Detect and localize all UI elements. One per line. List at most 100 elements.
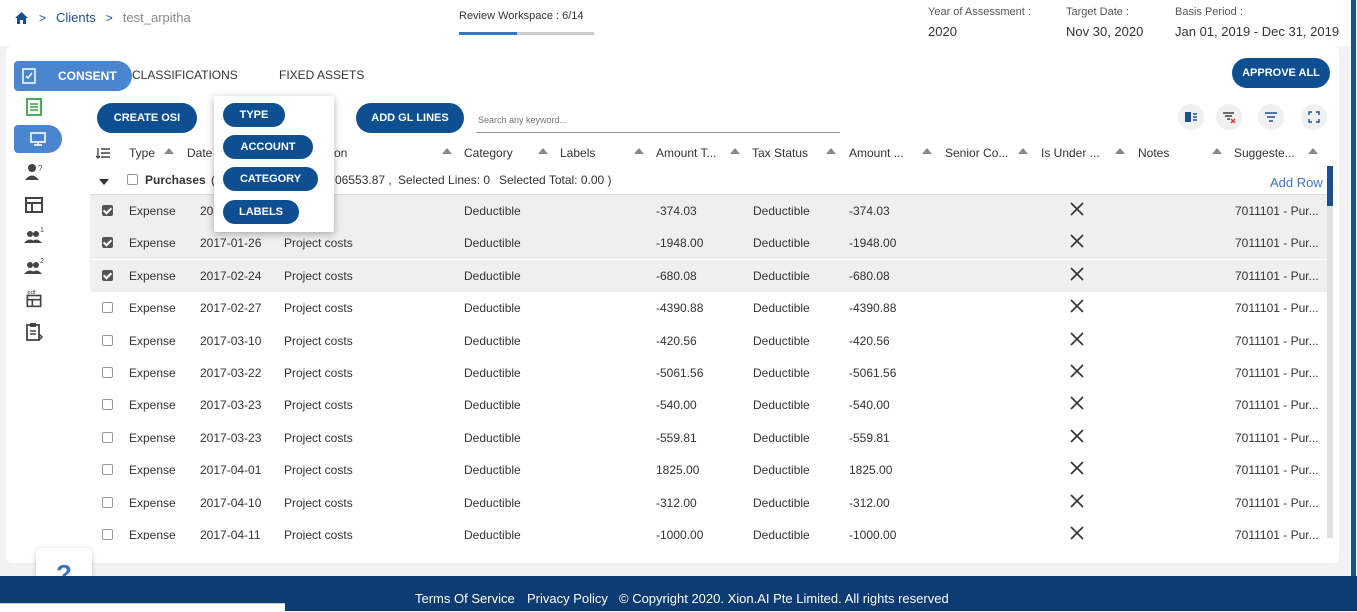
sort-arrow-icon[interactable] (442, 148, 452, 154)
cell-amount_t: -374.03 (656, 204, 697, 218)
list-sort-icon[interactable] (96, 147, 110, 159)
cell-tax: Deductible (753, 430, 810, 445)
table-icon[interactable] (24, 195, 44, 215)
sort-arrow-icon[interactable] (1018, 148, 1028, 154)
col-tax-status[interactable]: Tax Status (752, 146, 808, 160)
table-row[interactable]: Expense 2017-03-22 Project costs Deductible… (90, 357, 1332, 389)
sort-arrow-icon[interactable] (922, 148, 932, 154)
search-input[interactable] (476, 108, 840, 133)
row-checkbox[interactable] (102, 302, 113, 314)
ledger-icon[interactable] (24, 97, 44, 117)
col-senior[interactable]: Senior Co... (945, 146, 1008, 160)
cell-amount: -374.03 (849, 204, 890, 218)
cell-amount: -559.81 (849, 430, 890, 445)
row-checkbox[interactable] (102, 205, 113, 216)
cell-amount_t: 1825.00 (656, 463, 700, 478)
sort-arrow-icon[interactable] (826, 148, 836, 154)
table-row[interactable]: Expense 2017-03-23 Project costs Deductible… (90, 422, 1332, 454)
group-selected-lines: Selected Lines: 0 (398, 173, 491, 187)
group-by-category-option[interactable]: CATEGORY (223, 167, 318, 191)
group-by-labels-option[interactable]: LABELS (223, 200, 299, 224)
close-icon (1070, 299, 1084, 313)
terms-link[interactable]: Terms Of Service (415, 591, 515, 606)
user-question-icon[interactable]: ? (24, 162, 44, 182)
sidebar-item-classifications[interactable] (14, 125, 62, 153)
col-category[interactable]: Category (464, 146, 513, 160)
row-checkbox[interactable] (102, 367, 113, 378)
row-checkbox[interactable] (102, 399, 113, 411)
consent-button[interactable]: CONSENT (14, 61, 132, 91)
row-checkbox[interactable] (102, 334, 113, 346)
row-checkbox[interactable] (102, 496, 113, 508)
cell-desc: Project costs (284, 236, 353, 251)
chevron-right-icon: > (105, 10, 113, 25)
collapse-caret-icon[interactable] (99, 179, 109, 185)
cell-tax: Deductible (753, 268, 810, 283)
col-labels[interactable]: Labels (560, 146, 595, 160)
group-by-type-option[interactable]: TYPE (223, 103, 285, 127)
col-suggested[interactable]: Suggeste... (1234, 146, 1295, 160)
col-amount-t[interactable]: Amount T... (656, 146, 716, 160)
row-checkbox[interactable] (102, 464, 113, 476)
create-osi-button[interactable]: CREATE OSI (97, 103, 197, 133)
cell-category: Deductible (464, 463, 521, 478)
breadcrumb-clients[interactable]: Clients (56, 10, 96, 25)
svg-text:2: 2 (40, 258, 44, 265)
row-checkbox[interactable] (102, 431, 113, 443)
home-icon[interactable] (14, 11, 29, 25)
breadcrumb-current: test_arpitha (122, 10, 191, 25)
sort-arrow-icon[interactable] (634, 148, 644, 154)
clipboard-icon[interactable] (24, 322, 44, 342)
col-date[interactable]: Date (187, 146, 212, 160)
cell-desc: Project costs (284, 301, 353, 316)
cell-category: Deductible (464, 495, 521, 510)
group-by-account-option[interactable]: ACCOUNT (223, 135, 313, 159)
col-amount[interactable]: Amount ... (849, 146, 904, 160)
sort-arrow-icon[interactable] (164, 148, 174, 154)
cell-type: Expense (129, 236, 176, 251)
col-notes[interactable]: Notes (1138, 146, 1169, 160)
cell-date: 20 (200, 204, 214, 218)
clear-filter-button[interactable] (1216, 104, 1242, 130)
sort-arrow-icon[interactable] (730, 148, 740, 154)
group-checkbox[interactable] (127, 174, 138, 185)
col-type[interactable]: Type (129, 146, 155, 160)
cell-category: Deductible (464, 366, 521, 380)
cell-amount_t: -420.56 (656, 333, 697, 348)
table-row[interactable]: Expense 2017-02-27 Project costs Deductible… (90, 292, 1332, 324)
table-row[interactable]: Expense 2017-03-23 Project costs Deductible… (90, 389, 1332, 421)
row-checkbox[interactable] (102, 237, 113, 249)
tab-classifications[interactable]: CLASSIFICATIONS (132, 68, 238, 82)
table-scrollbar[interactable] (1327, 166, 1333, 538)
table-row[interactable]: Expense 2017-02-24 Project costs Deductible… (90, 259, 1332, 292)
sort-arrow-icon[interactable] (1115, 148, 1125, 154)
table-row[interactable]: Expense 2017-01-26 Project costs Deductible… (90, 227, 1332, 260)
cell-suggested: 7011101 - Pur... (1235, 398, 1319, 413)
table-row[interactable]: Expense 2017-04-10 Project costs Deductible… (90, 487, 1332, 519)
page-scrollbar[interactable] (1350, 0, 1357, 576)
table-row[interactable]: Expense 2017-04-11 Project costs Deductible… (90, 519, 1332, 540)
approve-all-button[interactable]: APPROVE ALL (1232, 58, 1330, 88)
tab-fixed-assets[interactable]: FIXED ASSETS (279, 68, 364, 82)
add-gl-lines-button[interactable]: ADD GL LINES (356, 103, 464, 133)
sort-arrow-icon[interactable] (1212, 148, 1222, 154)
row-checkbox[interactable] (102, 269, 113, 281)
filter-button[interactable] (1258, 104, 1284, 130)
table-row[interactable]: Expense 2017-03-10 Project costs Deductible… (90, 325, 1332, 357)
cell-category: Deductible (464, 528, 521, 540)
add-row-link[interactable]: Add Row (1270, 175, 1323, 190)
table-row[interactable]: Expense 2017-04-01 Project costs Deductible… (90, 454, 1332, 486)
pdf-table-icon[interactable]: pdf (24, 288, 44, 308)
sort-arrow-icon[interactable] (1308, 148, 1318, 154)
sort-arrow-icon[interactable] (538, 148, 548, 154)
group-1-icon[interactable]: 1 (24, 226, 44, 246)
fullscreen-button[interactable] (1301, 104, 1327, 130)
column-settings-button[interactable] (1178, 104, 1204, 130)
cell-amount_t: -312.00 (656, 495, 697, 510)
row-checkbox[interactable] (102, 529, 113, 540)
privacy-link[interactable]: Privacy Policy (527, 591, 608, 606)
group-2-icon[interactable]: 2 (24, 257, 44, 277)
col-description[interactable]: on (334, 146, 347, 160)
cell-date: 2017-02-24 (200, 268, 262, 283)
col-is-under[interactable]: Is Under ... (1041, 146, 1100, 160)
